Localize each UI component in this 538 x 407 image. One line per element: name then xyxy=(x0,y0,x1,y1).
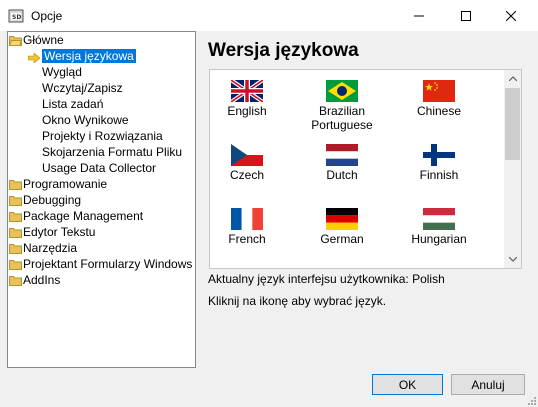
tree-item-label: Programowanie xyxy=(23,177,108,191)
language-option[interactable]: Dutch xyxy=(296,144,388,182)
tree-item-folder[interactable]: AddIns xyxy=(9,272,61,288)
tree-item-label: Edytor Tekstu xyxy=(23,225,96,239)
china-flag-icon xyxy=(393,80,485,102)
ok-button[interactable]: OK xyxy=(372,374,443,395)
cancel-button[interactable]: Anuluj xyxy=(451,374,525,395)
germany-flag-icon xyxy=(296,208,388,230)
close-icon xyxy=(506,10,516,21)
tree-item-label: Lista zadań xyxy=(42,97,104,111)
close-button[interactable] xyxy=(494,0,528,31)
folder-icon xyxy=(9,227,22,238)
language-label: German xyxy=(320,232,364,246)
tree-item-label: Projekty i Rozwiązania xyxy=(42,129,163,143)
language-option[interactable]: Chinese xyxy=(393,80,485,118)
resize-grip-icon[interactable] xyxy=(526,395,536,405)
tree-item-label: Package Management xyxy=(23,209,144,223)
tree-item-glowne[interactable]: Główne xyxy=(9,32,64,48)
tree-item-child[interactable]: Wczytaj/Zapisz xyxy=(42,80,123,96)
netherlands-flag-icon xyxy=(296,144,388,166)
tree-item-label: Debugging xyxy=(23,193,82,207)
tree-item-label: Narzędzia xyxy=(23,241,78,255)
tree-item-label: Wygląd xyxy=(42,65,82,79)
window-title: Opcje xyxy=(31,9,63,23)
folder-icon xyxy=(9,179,22,190)
folder-icon xyxy=(9,275,22,286)
tree-item-label: Skojarzenia Formatu Pliku xyxy=(42,145,183,159)
language-label: Dutch xyxy=(326,168,358,182)
tree-item-selected[interactable]: Wersja językowa xyxy=(27,48,136,64)
tree-item-label: Główne xyxy=(23,33,64,47)
page-title: Wersja językowa xyxy=(208,40,359,61)
france-flag-icon xyxy=(210,208,293,230)
language-option[interactable]: Czech xyxy=(210,144,293,182)
tree-item-label: AddIns xyxy=(23,273,61,287)
uk-flag-icon xyxy=(210,80,293,102)
language-option[interactable]: English xyxy=(210,80,293,118)
language-label: Czech xyxy=(229,168,264,182)
brazil-flag-icon xyxy=(296,80,388,102)
tree-item-folder[interactable]: Narzędzia xyxy=(9,240,78,256)
language-label: Chinese xyxy=(416,104,462,118)
vertical-scrollbar[interactable] xyxy=(504,70,521,268)
app-icon: SD xyxy=(8,9,24,23)
tree-item-child[interactable]: Usage Data Collector xyxy=(42,160,156,176)
tree-item-child[interactable]: Wygląd xyxy=(42,64,82,80)
maximize-icon xyxy=(461,10,471,21)
folder-icon xyxy=(9,211,22,222)
language-label: English xyxy=(227,104,267,118)
tree-item-label: Wczytaj/Zapisz xyxy=(42,81,123,95)
tree-item-child[interactable]: Okno Wynikowe xyxy=(42,112,129,128)
chevron-up-icon xyxy=(508,76,517,81)
language-label: Finnish xyxy=(419,168,459,182)
language-option[interactable]: Finnish xyxy=(393,144,485,182)
current-language-text: Aktualny język interfejsu użytkownika: P… xyxy=(208,272,445,286)
tree-item-label: Usage Data Collector xyxy=(42,161,157,175)
tree-item-label: Okno Wynikowe xyxy=(42,113,129,127)
language-label: Hungarian xyxy=(411,232,467,246)
options-tree[interactable]: Główne Wersja językowa Wygląd Wczytaj/Zapis… xyxy=(7,31,196,368)
language-option[interactable]: German xyxy=(296,208,388,246)
language-label: French xyxy=(228,232,266,246)
language-option[interactable]: French xyxy=(210,208,293,246)
language-option[interactable]: Hungarian xyxy=(393,208,485,246)
tree-item-folder[interactable]: Package Management xyxy=(9,208,144,224)
tree-item-child[interactable]: Projekty i Rozwiązania xyxy=(42,128,163,144)
folder-icon xyxy=(9,259,22,270)
language-label: Brazilian Portuguese xyxy=(311,104,373,132)
tree-item-label: Wersja językowa xyxy=(42,49,136,63)
folder-icon xyxy=(9,243,22,254)
minimize-icon xyxy=(414,15,424,16)
scroll-down-button[interactable] xyxy=(504,251,521,268)
folder-open-icon xyxy=(9,35,22,46)
title-bar: SD Opcje xyxy=(0,0,538,31)
tree-item-child[interactable]: Skojarzenia Formatu Pliku xyxy=(42,144,182,160)
czech-flag-icon xyxy=(210,144,293,166)
tree-item-label: Projektant Formularzy Windows xyxy=(23,257,193,271)
finland-flag-icon xyxy=(393,144,485,166)
hint-text: Kliknij na ikonę aby wybrać język. xyxy=(208,294,387,308)
svg-text:SD: SD xyxy=(12,14,21,21)
tree-item-folder[interactable]: Edytor Tekstu xyxy=(9,224,96,240)
tree-item-child[interactable]: Lista zadań xyxy=(42,96,103,112)
tree-item-folder[interactable]: Programowanie xyxy=(9,176,108,192)
language-option[interactable]: Brazilian Portuguese xyxy=(296,80,388,132)
language-list[interactable]: English Brazilian Portuguese Chinese Czech D… xyxy=(209,69,522,269)
tree-item-folder[interactable]: Projektant Formularzy Windows xyxy=(9,256,193,272)
chevron-down-icon xyxy=(508,257,517,262)
hungary-flag-icon xyxy=(393,208,485,230)
tree-item-folder[interactable]: Debugging xyxy=(9,192,82,208)
maximize-button[interactable] xyxy=(449,0,483,31)
minimize-button[interactable] xyxy=(402,0,436,31)
scrollbar-thumb[interactable] xyxy=(505,88,520,160)
folder-icon xyxy=(9,195,22,206)
arrow-right-icon xyxy=(27,51,41,64)
scroll-up-button[interactable] xyxy=(504,70,521,87)
